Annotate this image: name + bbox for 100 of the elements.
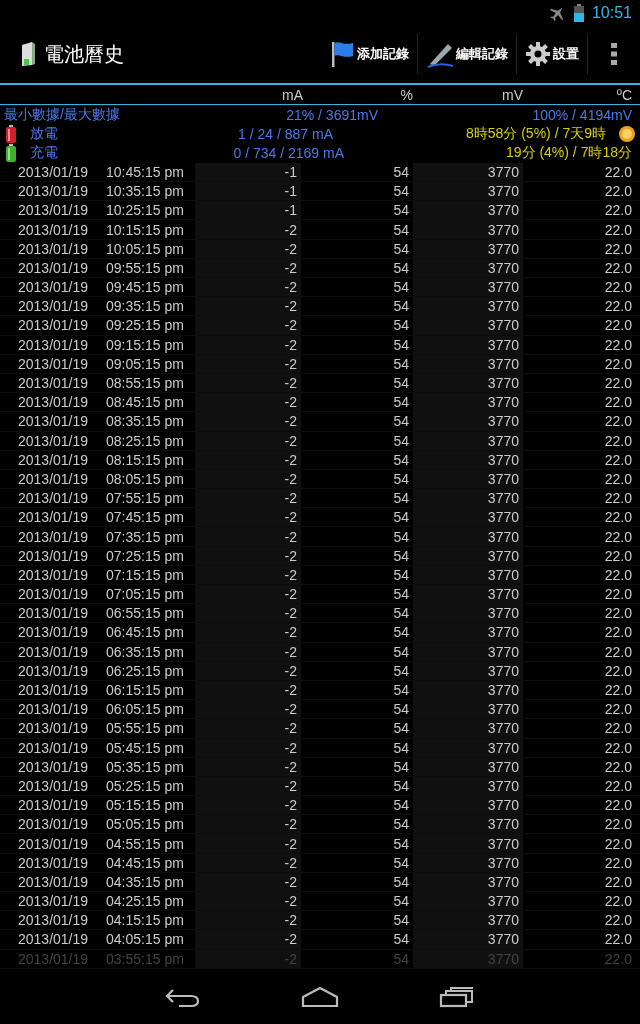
current-cell: -2 xyxy=(195,623,301,642)
temperature-cell-text: 22.0 xyxy=(603,681,632,700)
percent-cell-text: 54 xyxy=(392,565,410,584)
percent-cell-text: 54 xyxy=(392,508,410,527)
date-cell-text: 2013/01/19 xyxy=(18,624,90,641)
date-cell-text: 2013/01/19 xyxy=(18,528,90,545)
back-button[interactable] xyxy=(165,986,201,1008)
percent-cell-text: 54 xyxy=(392,489,410,508)
time-cell-text: 07:05:15 pm xyxy=(106,586,185,603)
temperature-cell-text: 22.0 xyxy=(603,815,632,834)
current-cell: -2 xyxy=(195,220,301,239)
current-cell: -2 xyxy=(195,834,301,853)
time-cell-text: 07:45:15 pm xyxy=(106,509,185,526)
date-cell-text: 2013/01/19 xyxy=(18,547,90,564)
current-cell: -2 xyxy=(195,316,301,335)
percent-cell-text: 54 xyxy=(392,163,410,182)
time-cell-text: 05:15:15 pm xyxy=(106,797,185,814)
temperature-cell-text: 22.0 xyxy=(603,354,632,373)
flag-icon xyxy=(329,40,355,68)
date-cell-text: 2013/01/19 xyxy=(18,662,90,679)
summary-label: 充電 xyxy=(30,144,58,163)
current-cell: -2 xyxy=(195,393,301,412)
date-cell-text: 2013/01/19 xyxy=(18,701,90,718)
clock: 10:51 xyxy=(591,3,632,22)
action-button[interactable]: 編輯記錄 xyxy=(418,34,517,74)
date-cell-text: 2013/01/19 xyxy=(18,221,90,238)
action-button[interactable]: 設置 xyxy=(517,34,588,74)
percent-cell-text: 54 xyxy=(392,949,410,968)
percent-cell-text: 54 xyxy=(392,374,410,393)
temperature-cell-text: 22.0 xyxy=(603,527,632,546)
time-cell-text: 06:45:15 pm xyxy=(106,624,185,641)
time-cell-text: 10:25:15 pm xyxy=(106,202,185,219)
percent-cell-text: 54 xyxy=(392,354,410,373)
time-cell-text: 06:35:15 pm xyxy=(106,643,185,660)
temperature-cell-text: 22.0 xyxy=(603,719,632,738)
temperature-cell-text: 22.0 xyxy=(603,297,632,316)
time-cell-text: 08:25:15 pm xyxy=(106,432,185,449)
current-cell: -1 xyxy=(195,162,301,182)
voltage-cell: 3770 xyxy=(413,393,523,412)
percent-cell-text: 54 xyxy=(392,853,410,872)
voltage-cell: 3770 xyxy=(413,585,523,604)
current-cell: -2 xyxy=(195,604,301,623)
voltage-cell: 3770 xyxy=(413,930,523,949)
time-cell-text: 09:45:15 pm xyxy=(106,279,185,296)
percent-cell-text: 54 xyxy=(392,930,410,949)
date-cell-text: 2013/01/19 xyxy=(18,355,90,372)
temperature-cell-text: 22.0 xyxy=(603,565,632,584)
temperature-cell-text: 22.0 xyxy=(603,335,632,354)
temperature-cell-text: 22.0 xyxy=(603,470,632,489)
time-cell-text: 10:35:15 pm xyxy=(106,183,185,200)
summary-label: 最小數據/最大數據 xyxy=(4,105,120,124)
temperature-cell-text: 22.0 xyxy=(603,853,632,872)
percent-cell-text: 54 xyxy=(392,258,410,277)
voltage-cell: 3770 xyxy=(413,604,523,623)
date-cell-text: 2013/01/19 xyxy=(18,432,90,449)
temperature-cell-text: 22.0 xyxy=(603,258,632,277)
time-cell-text: 08:05:15 pm xyxy=(106,471,185,487)
temperature-cell-text: 22.0 xyxy=(603,585,632,604)
date-cell-text: 2013/01/19 xyxy=(18,451,90,468)
percent-cell-text: 54 xyxy=(392,297,410,316)
temperature-cell-text: 22.0 xyxy=(603,604,632,623)
temperature-cell-text: 22.0 xyxy=(603,431,632,450)
date-cell-text: 2013/01/19 xyxy=(18,317,90,334)
column-header: ºC xyxy=(615,86,632,103)
recent-apps-button[interactable] xyxy=(439,986,475,1008)
gear-icon xyxy=(525,41,551,67)
time-cell-text: 09:05:15 pm xyxy=(106,355,185,372)
percent-cell-text: 54 xyxy=(392,220,410,239)
percent-cell-text: 54 xyxy=(392,546,410,565)
app-logo-icon xyxy=(20,41,36,67)
summary-label: 放電 xyxy=(30,124,58,143)
percent-cell-text: 54 xyxy=(392,892,410,911)
date-cell-text: 2013/01/19 xyxy=(18,950,90,967)
date-cell-text: 2013/01/19 xyxy=(18,758,90,775)
current-cell: -1 xyxy=(195,182,301,201)
voltage-cell: 3770 xyxy=(413,278,523,297)
temperature-cell-text: 22.0 xyxy=(603,834,632,853)
time-cell-text: 08:45:15 pm xyxy=(106,394,185,411)
current-cell: -2 xyxy=(195,412,301,431)
date-cell-text: 2013/01/19 xyxy=(18,778,90,794)
voltage-cell: 3770 xyxy=(413,796,523,815)
voltage-cell: 3770 xyxy=(413,700,523,719)
date-cell-text: 2013/01/19 xyxy=(18,835,90,852)
time-cell-text: 07:25:15 pm xyxy=(106,547,185,564)
temperature-cell-text: 22.0 xyxy=(603,872,632,891)
action-button[interactable]: 添加記錄 xyxy=(321,34,418,74)
time-cell-text: 03:55:15 pm xyxy=(106,950,185,967)
temperature-cell-text: 22.0 xyxy=(603,546,632,565)
temperature-cell-text: 22.0 xyxy=(603,316,632,335)
voltage-cell: 3770 xyxy=(413,412,523,431)
time-cell-text: 06:55:15 pm xyxy=(106,605,185,622)
percent-cell-text: 54 xyxy=(392,796,410,815)
temperature-cell-text: 22.0 xyxy=(603,796,632,815)
voltage-cell: 3770 xyxy=(413,719,523,738)
time-cell-text: 07:55:15 pm xyxy=(106,490,185,507)
battery-icon xyxy=(573,3,584,22)
date-cell-text: 2013/01/19 xyxy=(18,471,90,487)
date-cell-text: 2013/01/19 xyxy=(18,739,90,756)
home-button[interactable] xyxy=(301,986,339,1008)
date-cell-text: 2013/01/19 xyxy=(18,336,90,353)
